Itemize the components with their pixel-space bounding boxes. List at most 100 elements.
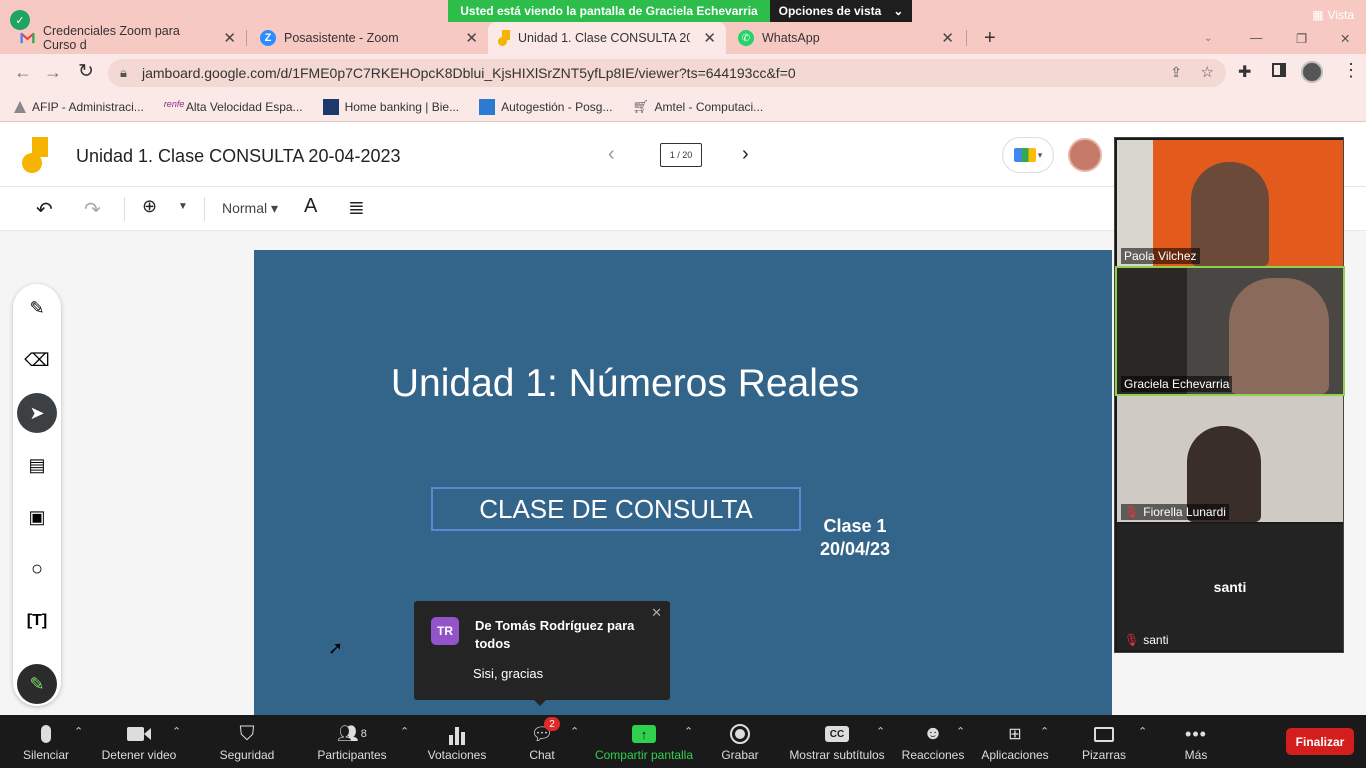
font-size-select[interactable]: Normal ▾ [222,200,278,217]
close-icon[interactable]: ✕ [941,29,954,47]
image-icon[interactable]: ▣ [17,497,57,537]
video-tile[interactable]: 🎙︎ Fiorella Lunardi [1117,396,1343,522]
captions-button[interactable]: CC Mostrar subtítulos [788,715,886,768]
frame-counter[interactable]: 1 / 20 [660,143,702,167]
sidepanel-icon[interactable] [1272,63,1286,77]
tab-zoom[interactable]: Z Posasistente - Zoom ✕ [250,22,488,54]
close-icon[interactable]: ✕ [651,605,662,621]
zoom-control-bar: Silenciar ⌃ Detener video ⌃ ⛉ Seguridad 👥… [0,715,1366,768]
text-color-icon[interactable]: A [304,195,317,218]
chevron-up-icon[interactable]: ⌃ [876,725,885,738]
polls-button[interactable]: Votaciones [426,715,488,768]
window-close-button[interactable]: ✕ [1330,22,1354,54]
shield-icon: ✓ [10,10,30,30]
meet-button[interactable]: ▾ [1002,137,1054,173]
next-frame-icon[interactable]: › [742,143,749,166]
redo-icon[interactable]: ↷ [84,197,101,222]
share-icon[interactable]: ⇪ [1170,64,1182,81]
apps-button[interactable]: ⊞ Aplicaciones [980,715,1050,768]
chevron-up-icon[interactable]: ⌃ [684,725,693,738]
text-box-consulta[interactable]: CLASE DE CONSULTA [431,487,801,531]
select-icon[interactable]: ➤ [17,393,57,433]
forward-icon[interactable]: → [44,62,62,83]
bookmark-renfe[interactable]: renfe Alta Velocidad Espa... [164,99,303,115]
participants-button[interactable]: 👥︎ 8 Participantes [314,715,390,768]
tab-jamboard[interactable]: Unidad 1. Clase CONSULTA 20-0 ✕ [488,22,726,54]
tab-search-icon[interactable]: ⌄ [1194,22,1214,54]
tool-rail: ✎ ⌫ ➤ ▤ ▣ ○ [T] ✎ [13,284,61,706]
mute-button[interactable]: Silenciar [20,715,72,768]
user-avatar[interactable] [1068,138,1102,172]
address-bar[interactable]: 🔒︎ jamboard.google.com/d/1FME0p7C7RKEHOp… [108,59,1226,87]
participant-silhouette [1191,162,1269,266]
bookmark-afip[interactable]: AFIP - Administraci... [14,100,144,114]
sticky-note-icon[interactable]: ▤ [17,445,57,485]
share-screen-button[interactable]: ↑ Compartir pantalla [594,715,694,768]
textbox-icon[interactable]: [T] [17,601,57,641]
reload-icon[interactable]: ↻ [78,60,94,83]
close-icon[interactable]: ✕ [223,29,236,47]
video-tile[interactable]: santi 🎙︎ santi [1117,524,1343,650]
video-icon [127,723,151,745]
chat-icon: 💬︎ 2 [530,717,560,745]
eraser-icon[interactable]: ⌫ [17,340,57,380]
bookmark-amtel[interactable]: 🛒︎ Amtel - Computaci... [632,99,763,115]
whiteboards-button[interactable]: Pizarras [1082,715,1126,768]
chat-button[interactable]: 💬︎ 2 Chat [520,715,564,768]
chevron-up-icon[interactable]: ⌃ [570,725,579,738]
renfe-icon: renfe [163,98,185,109]
tab-gmail[interactable]: Credenciales Zoom para Curso d ✕ [10,22,246,54]
pen-icon[interactable]: ✎ [17,288,57,328]
record-button[interactable]: Grabar [718,715,762,768]
video-tile-active[interactable]: Graciela Echevarria [1115,266,1345,396]
new-tab-button[interactable]: + [974,22,1004,54]
chevron-up-icon[interactable]: ⌃ [1040,725,1049,738]
apps-icon: ⊞ [1008,726,1022,743]
security-button[interactable]: ⛉ Seguridad [216,715,278,768]
back-icon[interactable]: ← [14,62,32,83]
close-icon[interactable]: ✕ [703,29,716,47]
chevron-down-icon[interactable]: ▼ [178,201,188,212]
video-tile[interactable]: Paola Vilchez [1117,140,1343,266]
tab-whatsapp[interactable]: ✆ WhatsApp ✕ [728,22,964,54]
minimize-button[interactable]: — [1240,22,1264,54]
chat-sender: De Tomás Rodríguez para todos [475,618,635,651]
vista-button[interactable]: ▦ Vista [1312,8,1354,22]
chevron-up-icon[interactable]: ⌃ [172,725,181,738]
profile-avatar[interactable] [1301,61,1323,83]
zoom-icon[interactable]: ⊕ [142,196,157,217]
chat-notification[interactable]: TR De Tomás Rodríguez para todos Sisi, g… [414,601,670,706]
whiteboard-icon [1092,723,1116,745]
align-icon[interactable]: ≣ [348,195,365,220]
chevron-up-icon[interactable]: ⌃ [956,725,965,738]
stop-video-button[interactable]: Detener video [100,715,178,768]
view-options-button[interactable]: Opciones de vista ⌄ [770,0,912,22]
bookmark-autogestion[interactable]: Autogestión - Posg... [479,98,612,115]
zoom-icon: Z [260,30,276,46]
bookmark-star-icon[interactable]: ☆ [1201,63,1214,81]
participants-icon: 👥︎ 8 [337,724,367,743]
date-note[interactable]: Clase 1 20/04/23 [809,515,901,561]
participant-center-label: santi [1213,579,1247,595]
laser-icon[interactable]: ✎ [17,664,57,704]
bookmarks-bar: AFIP - Administraci... renfe Alta Velocid… [0,92,1366,122]
extensions-icon[interactable]: ✚ [1238,62,1251,82]
restore-button[interactable]: ❐ [1286,22,1310,54]
undo-icon[interactable]: ↶ [36,197,53,222]
reactions-button[interactable]: ☻ Reacciones [902,715,965,768]
end-meeting-button[interactable]: Finalizar [1286,728,1354,755]
chevron-up-icon[interactable]: ⌃ [74,725,83,738]
close-icon[interactable]: ✕ [465,29,478,47]
jam-frame[interactable]: Unidad 1: Números Reales CLASE DE CONSUL… [254,250,1112,715]
prev-frame-icon[interactable]: ‹ [608,143,615,166]
chevron-up-icon[interactable]: ⌃ [1138,725,1147,738]
cursor-icon: ➚ [328,638,344,658]
chevron-up-icon[interactable]: ⌃ [400,725,409,738]
chat-badge: 2 [544,717,560,731]
more-button[interactable]: ••• Más [1178,715,1214,768]
cart-icon: 🛒︎ [632,98,649,114]
menu-icon[interactable]: ⋮ [1342,60,1360,81]
bookmark-bank[interactable]: Home banking | Bie... [322,98,459,115]
circle-icon[interactable]: ○ [17,549,57,589]
lock-icon: 🔒︎ [120,65,127,80]
